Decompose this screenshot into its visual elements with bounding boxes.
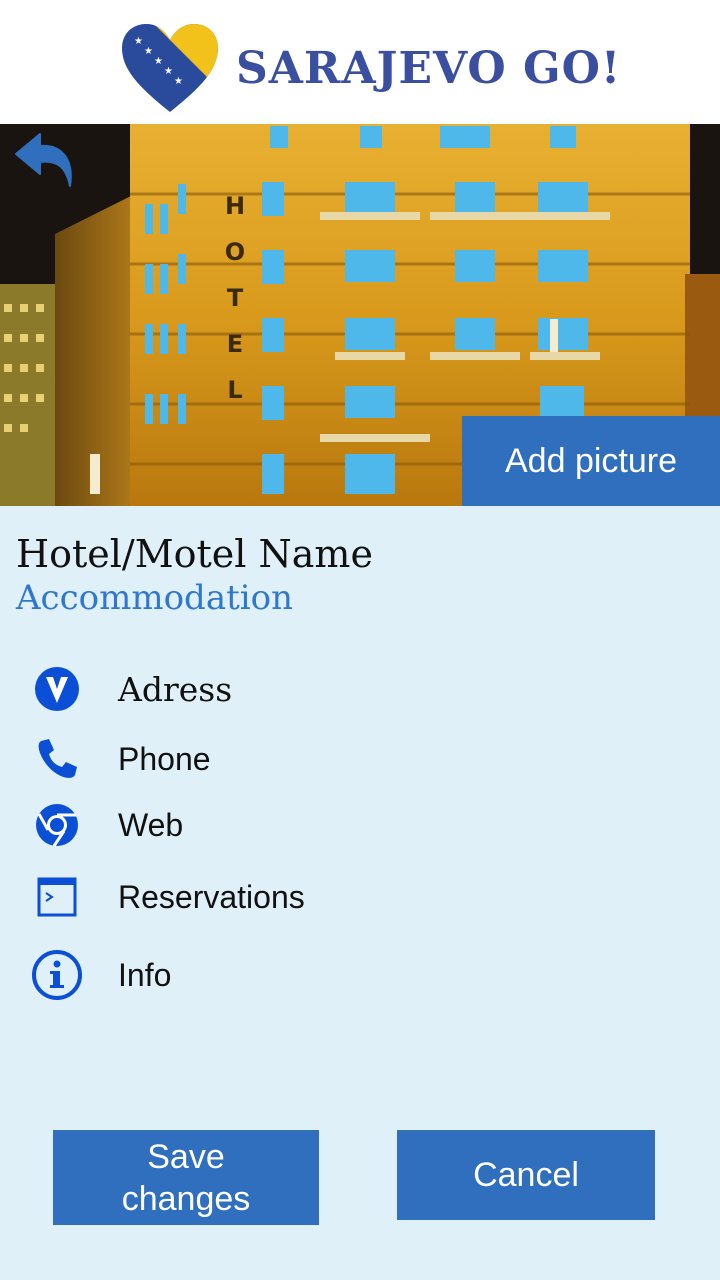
hotel-sign-letter: H	[225, 192, 245, 220]
detail-label: Info	[118, 956, 172, 993]
detail-label: Reservations	[118, 878, 305, 915]
detail-label: Adress	[118, 669, 233, 709]
detail-row-info[interactable]: Info	[30, 947, 690, 1003]
save-changes-label: Save changes	[121, 1137, 251, 1218]
hotel-sign-letter: L	[227, 376, 242, 404]
svg-text:★: ★	[154, 56, 163, 67]
place-category: Accommodation	[16, 578, 293, 618]
heart-flag-logo-icon: ★ ★ ★ ★ ★	[122, 24, 218, 112]
detail-row-reservations[interactable]: Reservations	[30, 869, 690, 925]
detail-row-address[interactable]: Adress	[30, 661, 690, 717]
hotel-sign-letter: T	[227, 284, 244, 312]
app-header: ★ ★ ★ ★ ★ SARAJEVO GO!	[0, 0, 720, 124]
web-browser-icon	[30, 798, 84, 852]
detail-row-phone[interactable]: Phone	[30, 731, 690, 787]
svg-text:★: ★	[164, 66, 173, 77]
back-arrow-icon[interactable]	[12, 130, 78, 192]
svg-text:★: ★	[134, 36, 143, 47]
hotel-sign-letter: E	[227, 330, 243, 358]
app-title: SARAJEVO GO!	[236, 42, 622, 94]
info-icon	[30, 948, 84, 1002]
hotel-sign-letter: O	[225, 238, 245, 266]
save-changes-button[interactable]: Save changes	[53, 1130, 319, 1225]
reservations-icon	[30, 870, 84, 924]
add-picture-button[interactable]: Add picture	[462, 416, 720, 506]
detail-label: Web	[118, 806, 184, 843]
app-logo: ★ ★ ★ ★ ★ SARAJEVO GO!	[120, 22, 621, 114]
location-pin-icon	[30, 662, 84, 716]
cancel-button[interactable]: Cancel	[397, 1130, 655, 1220]
svg-text:★: ★	[144, 46, 153, 57]
detail-row-web[interactable]: Web	[30, 797, 690, 853]
svg-text:★: ★	[174, 76, 183, 87]
place-name: Hotel/Motel Name	[16, 532, 373, 576]
phone-icon	[30, 732, 84, 786]
detail-label: Phone	[118, 740, 211, 777]
